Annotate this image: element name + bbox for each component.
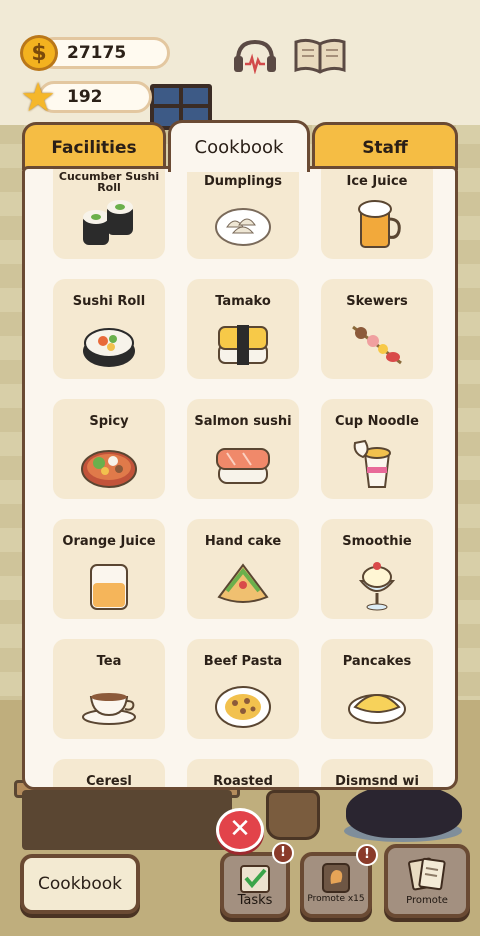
recipe-name: Cucumber Sushi Roll	[58, 170, 160, 194]
beer-mug-icon	[347, 197, 407, 251]
recipe-name: Smoothie	[342, 534, 412, 549]
cookbook-panel[interactable]: Cucumber Sushi Roll Dumplings Ice Juice Sus…	[22, 166, 458, 790]
recipe-name: Ice Juice	[346, 174, 408, 189]
recipe-grid: Cucumber Sushi Roll Dumplings Ice Juice Sus…	[53, 169, 433, 789]
tab-staff[interactable]: Staff	[312, 122, 458, 170]
tamago-icon	[213, 317, 273, 371]
sushi-roll-icon	[79, 317, 139, 371]
cup-noodle-icon	[347, 437, 407, 491]
tab-facilities[interactable]: Facilities	[22, 122, 166, 170]
tab-facilities-label: Facilities	[51, 137, 137, 158]
hotpot-icon	[79, 437, 139, 491]
recipe-name: Cup Noodle	[335, 414, 419, 429]
recipe-card[interactable]: Cup Noodle	[321, 399, 433, 499]
salmon-sushi-icon	[213, 437, 273, 491]
promote-alert-badge: !	[356, 844, 378, 866]
tab-staff-label: Staff	[362, 137, 408, 158]
recipe-name: Skewers	[346, 294, 408, 309]
headphones-icon[interactable]	[232, 38, 278, 75]
recipe-name: Salmon sushi	[194, 414, 292, 429]
counter	[22, 790, 232, 850]
recipe-card[interactable]: Salmon sushi	[187, 399, 299, 499]
star-icon: ★	[20, 75, 56, 121]
promote-button[interactable]: Promote	[384, 844, 470, 918]
recipe-card[interactable]: Tea	[53, 639, 165, 739]
close-button[interactable]: ✕	[216, 808, 264, 852]
recipe-name: Ceresl	[86, 774, 132, 789]
coin-icon: $	[20, 35, 58, 71]
recipe-name: Spicy	[89, 414, 129, 429]
tab-cookbook[interactable]: Cookbook	[168, 120, 310, 172]
skewer-icon	[347, 317, 407, 371]
sundae-icon	[347, 557, 407, 611]
recipe-name: Orange Juice	[62, 534, 156, 549]
recipe-name: Pancakes	[342, 654, 412, 669]
recipe-card[interactable]: Roasted chicken	[187, 759, 299, 789]
pasta-icon	[213, 677, 273, 731]
promote-label: Promote	[406, 895, 448, 906]
recipe-card[interactable]: Dumplings	[187, 169, 299, 259]
recipe-name: Tea	[96, 654, 122, 669]
cucumber-roll-icon	[79, 197, 139, 251]
omelette-icon	[347, 677, 407, 731]
recipe-card[interactable]: Smoothie	[321, 519, 433, 619]
tab-cookbook-label: Cookbook	[194, 137, 284, 158]
recipe-name: Roasted chicken	[213, 774, 273, 789]
recipe-card[interactable]: Pancakes	[321, 639, 433, 739]
recipe-card[interactable]: Spicy	[53, 399, 165, 499]
tasks-label: Tasks	[237, 893, 273, 908]
star-amount: 192	[67, 87, 103, 107]
recipe-name: Dumplings	[203, 174, 283, 189]
tasks-alert-badge: !	[272, 842, 294, 864]
open-book-icon[interactable]	[294, 36, 346, 74]
recipe-card[interactable]: Dismsnd wi	[321, 759, 433, 789]
recipe-name: Beef Pasta	[203, 654, 283, 669]
juice-glass-icon	[79, 557, 139, 611]
promote-x15-label: Promote x15	[307, 894, 365, 904]
basket	[266, 790, 320, 840]
documents-icon	[405, 854, 449, 898]
recipe-name: Sushi Roll	[72, 294, 146, 309]
teacup-icon	[79, 677, 139, 731]
recipe-card[interactable]: Orange Juice	[53, 519, 165, 619]
recipe-card[interactable]: Beef Pasta	[187, 639, 299, 739]
recipe-card[interactable]: Skewers	[321, 279, 433, 379]
recipe-card[interactable]: Cucumber Sushi Roll	[53, 169, 165, 259]
recipe-name: Hand cake	[204, 534, 282, 549]
recipe-card[interactable]: Hand cake	[187, 519, 299, 619]
recipe-card[interactable]: Ceresl	[53, 759, 165, 789]
recipe-name: Dismsnd wi	[335, 774, 419, 789]
recipe-card[interactable]: Sushi Roll	[53, 279, 165, 379]
cookbook-button[interactable]: Cookbook	[20, 854, 140, 914]
coin-amount: 27175	[67, 43, 127, 63]
wrap-icon	[213, 557, 273, 611]
cookbook-button-label: Cookbook	[38, 874, 122, 894]
chef-hat-icon	[319, 862, 353, 898]
dumplings-icon	[213, 197, 273, 251]
plant	[346, 784, 462, 838]
recipe-name: Tamako	[215, 294, 271, 309]
recipe-card[interactable]: Ice Juice	[321, 169, 433, 259]
recipe-card[interactable]: Tamako	[187, 279, 299, 379]
